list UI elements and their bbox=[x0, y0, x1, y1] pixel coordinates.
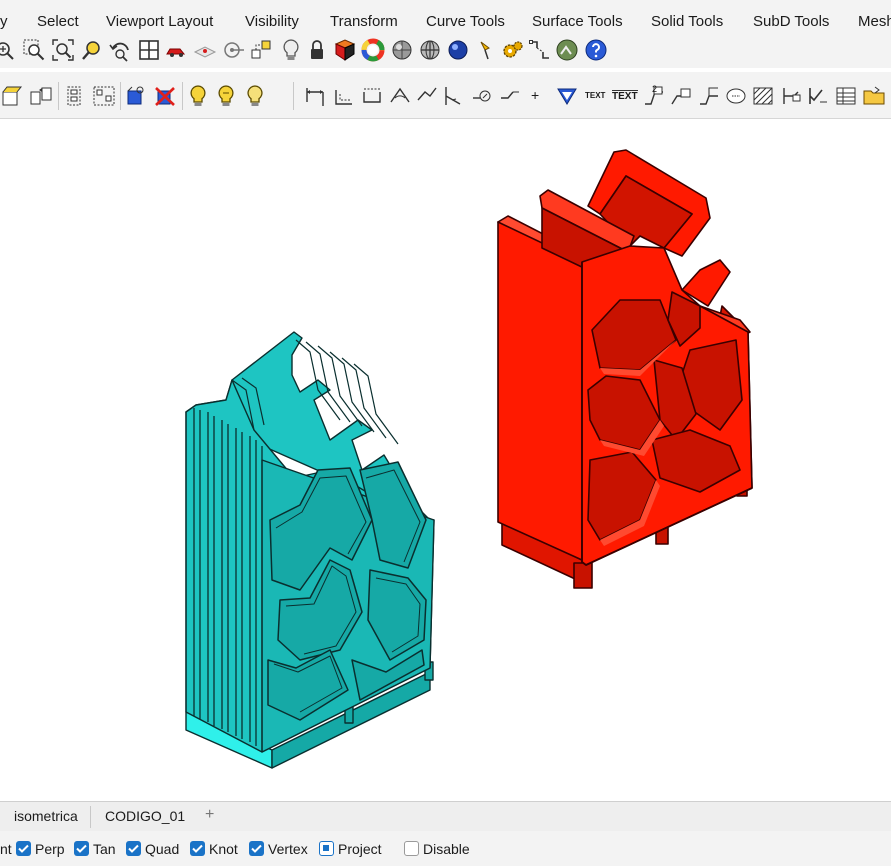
toolbar-separator bbox=[120, 82, 121, 110]
undo-view-icon[interactable] bbox=[108, 38, 132, 62]
menu-item-partial[interactable]: y bbox=[0, 13, 8, 30]
text-label-small[interactable]: TEXT bbox=[585, 91, 605, 100]
delete-properties-icon[interactable] bbox=[153, 84, 177, 108]
zoom-in-icon[interactable] bbox=[0, 38, 16, 62]
dimension-slope-icon[interactable] bbox=[441, 84, 465, 108]
color-wheel-icon[interactable] bbox=[361, 38, 385, 62]
light-on-icon[interactable] bbox=[186, 84, 210, 108]
zoom-extents-icon[interactable] bbox=[51, 38, 75, 62]
dimension-angle-icon[interactable] bbox=[388, 84, 412, 108]
toolbar-separator bbox=[293, 82, 294, 110]
snap-grid-icon[interactable] bbox=[250, 38, 274, 62]
dimension-rotated-icon[interactable] bbox=[360, 84, 384, 108]
set-cplane-icon[interactable] bbox=[193, 38, 217, 62]
dimension-aligned-icon[interactable] bbox=[332, 84, 356, 108]
osnap-disable-label[interactable]: Disable bbox=[423, 841, 470, 857]
named-view-icon[interactable] bbox=[164, 38, 188, 62]
osnap-knot-checkbox[interactable] bbox=[190, 841, 205, 856]
lightbulb-icon[interactable] bbox=[279, 38, 303, 62]
help-icon[interactable] bbox=[584, 38, 608, 62]
ordinate-dimension-icon[interactable] bbox=[555, 84, 579, 108]
menu-item-transform[interactable]: Transform bbox=[330, 13, 398, 30]
open-folder-icon[interactable] bbox=[862, 84, 886, 108]
menu-item-subd-tools[interactable]: SubD Tools bbox=[753, 13, 829, 30]
toolbar-row-2: + TEXT TEXT 2 bbox=[0, 72, 891, 119]
teal-shelf-model[interactable] bbox=[185, 331, 435, 769]
render-sphere-icon[interactable] bbox=[446, 38, 470, 62]
osnap-tan-label[interactable]: Tan bbox=[93, 841, 116, 857]
menu-item-surface-tools[interactable]: Surface Tools bbox=[532, 13, 623, 30]
tab-divider bbox=[90, 806, 91, 828]
osnap-project-checkbox[interactable] bbox=[319, 841, 334, 856]
osnap-tan-checkbox[interactable] bbox=[74, 841, 89, 856]
leader-bend-icon[interactable] bbox=[669, 84, 693, 108]
osnap-project-label[interactable]: Project bbox=[338, 841, 382, 857]
annotation-two: 2 bbox=[652, 84, 658, 94]
light-off-icon[interactable] bbox=[243, 84, 267, 108]
shaded-sphere-icon[interactable] bbox=[390, 38, 414, 62]
grasshopper-icon[interactable] bbox=[555, 38, 579, 62]
osnap-vertex-checkbox[interactable] bbox=[249, 841, 264, 856]
add-tab-button[interactable]: + bbox=[205, 806, 214, 824]
osnap-perp-checkbox[interactable] bbox=[16, 841, 31, 856]
table-icon[interactable] bbox=[834, 84, 858, 108]
plus-glyph[interactable]: + bbox=[531, 87, 539, 103]
dimension-arc-icon[interactable] bbox=[415, 84, 439, 108]
four-viewports-icon[interactable] bbox=[137, 38, 161, 62]
dimension-diameter-icon[interactable] bbox=[470, 84, 494, 108]
zoom-selected-icon[interactable] bbox=[80, 38, 104, 62]
menu-item-curve-tools[interactable]: Curve Tools bbox=[426, 13, 505, 30]
tab-codigo-01[interactable]: CODIGO_01 bbox=[105, 808, 185, 824]
tab-isometrica[interactable]: isometrica bbox=[14, 808, 78, 824]
check-dimension-icon[interactable] bbox=[806, 84, 830, 108]
osnap-disable-checkbox[interactable] bbox=[404, 841, 419, 856]
camera-target-icon[interactable] bbox=[222, 38, 246, 62]
dimension-linear-icon[interactable] bbox=[303, 84, 327, 108]
toolbar-separator bbox=[58, 82, 59, 110]
distribute-icon[interactable] bbox=[92, 84, 116, 108]
toolbar-separator bbox=[182, 82, 183, 110]
zoom-window-icon[interactable] bbox=[22, 38, 46, 62]
viewport-isometric[interactable] bbox=[0, 119, 891, 801]
text-label-large[interactable]: TEXT bbox=[612, 90, 638, 102]
menu-item-select[interactable]: Select bbox=[37, 13, 79, 30]
osnap-quad-checkbox[interactable] bbox=[126, 841, 141, 856]
clipping-plane-icon[interactable] bbox=[779, 84, 803, 108]
match-properties-icon[interactable] bbox=[29, 84, 53, 108]
rendered-sphere-icon[interactable] bbox=[418, 38, 442, 62]
gear-icon[interactable] bbox=[501, 38, 525, 62]
dot-text-icon[interactable] bbox=[724, 84, 748, 108]
osnap-bar: nt Perp Tan Quad Knot Vertex Project Dis… bbox=[0, 831, 891, 866]
red-shelf-model[interactable] bbox=[497, 149, 753, 589]
hatch-icon[interactable] bbox=[751, 84, 775, 108]
menu-item-solid-tools[interactable]: Solid Tools bbox=[651, 13, 723, 30]
menu-item-mesh[interactable]: Mesh bbox=[858, 13, 891, 30]
viewport-tab-bar: isometrica CODIGO_01 + bbox=[0, 801, 891, 832]
light-selected-icon[interactable] bbox=[214, 84, 238, 108]
menu-item-visibility[interactable]: Visibility bbox=[245, 13, 299, 30]
dimension-radius-icon[interactable] bbox=[498, 84, 522, 108]
osnap-perp-label[interactable]: Perp bbox=[35, 841, 65, 857]
curve-corners-icon[interactable] bbox=[528, 38, 552, 62]
menu-item-viewport-layout[interactable]: Viewport Layout bbox=[106, 13, 213, 30]
copy-layer-icon[interactable] bbox=[0, 84, 24, 108]
flag-options-icon[interactable] bbox=[477, 38, 501, 62]
osnap-knot-label[interactable]: Knot bbox=[209, 841, 238, 857]
align-vertical-icon[interactable] bbox=[62, 84, 86, 108]
osnap-label-partial[interactable]: nt bbox=[0, 841, 12, 857]
object-properties-icon[interactable] bbox=[124, 84, 148, 108]
osnap-quad-label[interactable]: Quad bbox=[145, 841, 179, 857]
lock-icon[interactable] bbox=[305, 38, 329, 62]
leader-multi-icon[interactable] bbox=[697, 84, 721, 108]
osnap-vertex-label[interactable]: Vertex bbox=[268, 841, 308, 857]
toolbar-row-1 bbox=[0, 32, 891, 68]
layer-color-icon[interactable] bbox=[333, 38, 357, 62]
